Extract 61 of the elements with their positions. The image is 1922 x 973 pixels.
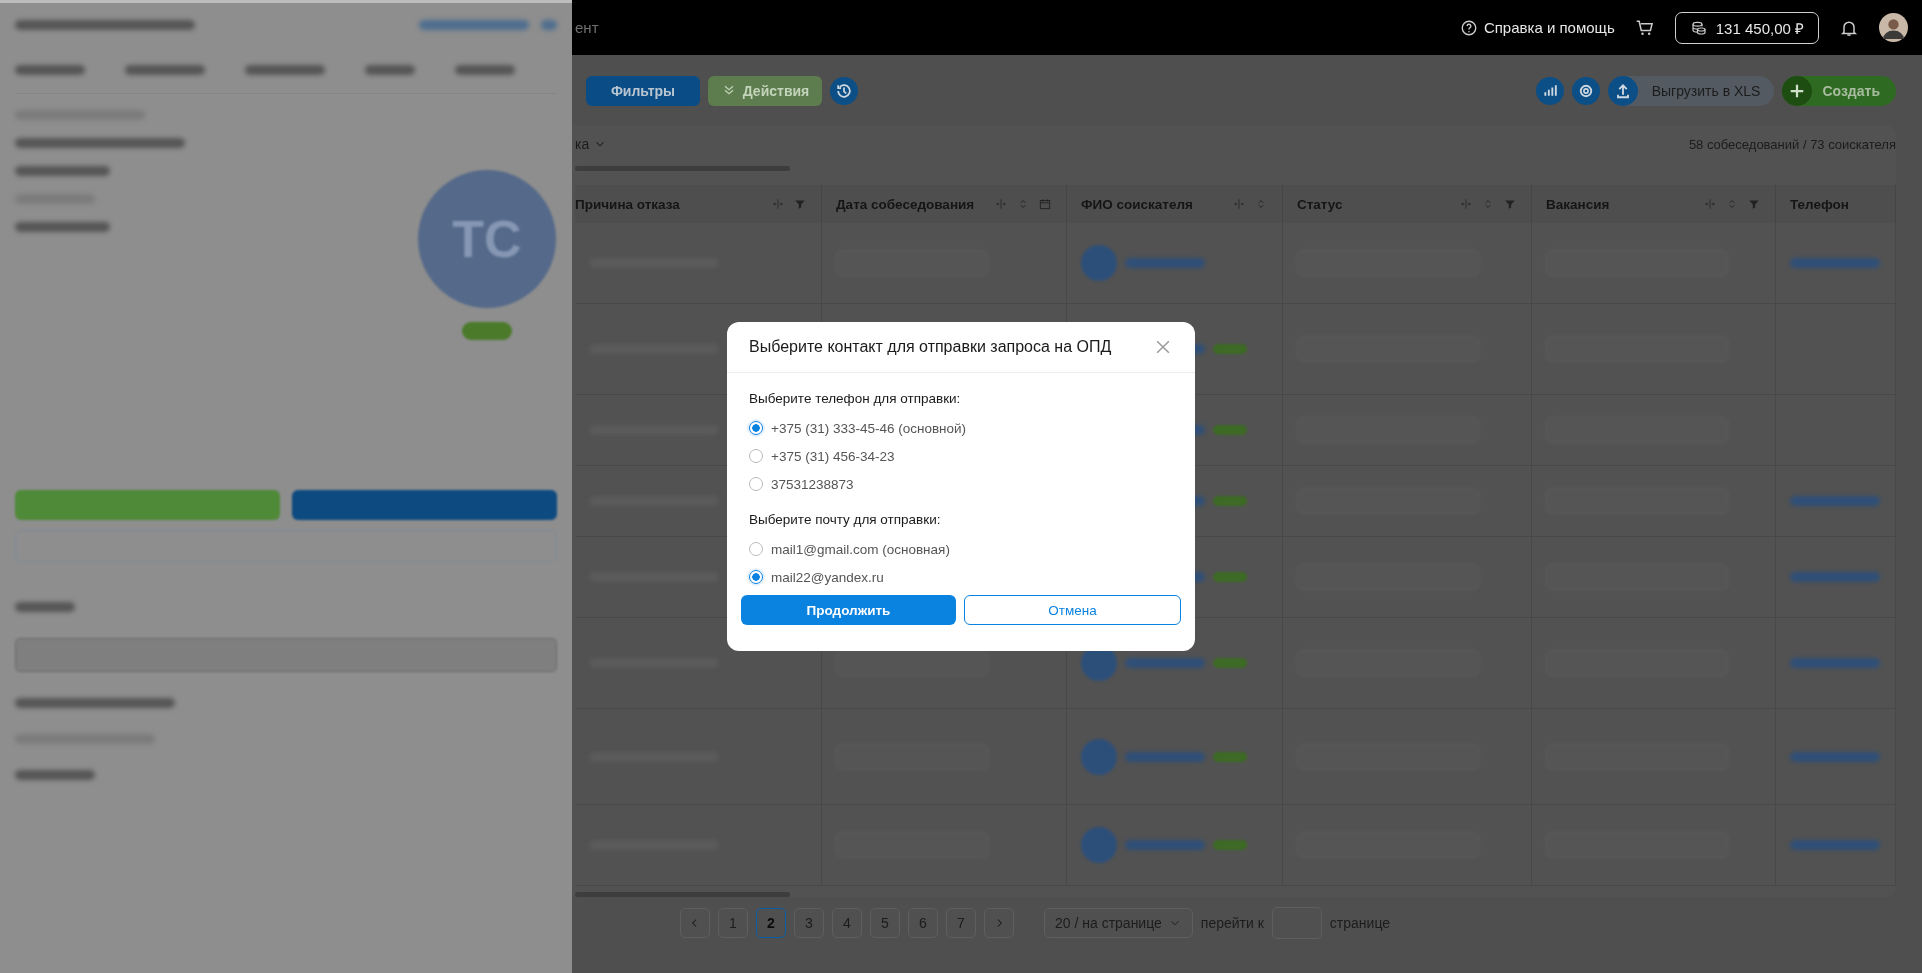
create-button[interactable]: Создать <box>1782 76 1896 106</box>
resize-icon[interactable] <box>994 197 1008 211</box>
history-icon[interactable] <box>830 77 858 105</box>
dialog-title: Выберите контакт для отправки запроса на ОПД <box>749 338 1112 356</box>
blurred-badge <box>462 322 512 340</box>
page-button[interactable]: 2 <box>756 908 786 938</box>
blurred-text <box>15 602 75 612</box>
plus-icon <box>1782 76 1813 106</box>
blurred-badge <box>1213 751 1247 762</box>
radio-button[interactable] <box>749 570 763 584</box>
resize-icon[interactable] <box>1232 197 1246 211</box>
blurred-button[interactable] <box>15 490 280 520</box>
next-page-button[interactable] <box>984 908 1014 938</box>
blurred-badge <box>1213 425 1247 435</box>
blurred-button[interactable] <box>292 490 557 520</box>
radio-option[interactable]: 37531238873 <box>749 470 1173 498</box>
column-header[interactable]: Телефон <box>1776 185 1896 223</box>
resize-icon[interactable] <box>771 197 785 211</box>
balance-button[interactable]: 131 450,00 ₽ <box>1674 11 1819 44</box>
blurred-badge <box>1213 344 1247 354</box>
previous-page-button[interactable] <box>680 908 710 938</box>
radio-option[interactable]: mail1@gmail.com (основная) <box>749 535 1173 563</box>
radio-button[interactable] <box>749 477 763 491</box>
settings-icon[interactable] <box>1571 77 1600 105</box>
column-header[interactable]: Статус <box>1283 185 1532 223</box>
radio-button[interactable] <box>749 449 763 463</box>
blurred-badge <box>1213 496 1247 506</box>
blurred-badge <box>1213 572 1247 582</box>
blurred-avatar <box>1081 827 1117 863</box>
column-header[interactable]: Вакансия <box>1532 185 1776 223</box>
blurred-tab[interactable] <box>15 65 85 75</box>
upload-icon <box>1607 76 1638 106</box>
help-icon <box>1459 18 1478 37</box>
section-label: Выберите почту для отправки: <box>749 512 942 527</box>
chart-icon[interactable] <box>1535 77 1564 105</box>
blurred-tab[interactable] <box>245 65 325 75</box>
blurred-tab[interactable] <box>125 65 205 75</box>
column-header[interactable]: ФИО соискателя <box>1067 185 1283 223</box>
blurred-avatar <box>1081 245 1117 281</box>
radio-button[interactable] <box>749 542 763 556</box>
export-button[interactable]: Выгрузить в XLS <box>1607 76 1775 106</box>
help-link[interactable]: Справка и помощь <box>1459 18 1615 37</box>
column-header[interactable]: Причина отказа <box>575 185 822 223</box>
calendar-icon[interactable] <box>1038 197 1052 211</box>
resize-icon[interactable] <box>1459 197 1473 211</box>
blurred-badge <box>1213 840 1247 850</box>
radio-button[interactable] <box>749 421 763 435</box>
cancel-button[interactable]: Отмена <box>964 595 1181 625</box>
blurred-icon <box>541 20 557 30</box>
user-avatar[interactable] <box>1879 13 1908 42</box>
resize-icon[interactable] <box>1703 197 1717 211</box>
column-header[interactable]: Дата собеседования <box>822 185 1067 223</box>
radio-option[interactable]: +375 (31) 456-34-23 <box>749 442 1173 470</box>
blurred-avatar <box>1081 738 1117 775</box>
menu-link[interactable]: ент <box>575 19 599 36</box>
continue-button[interactable]: Продолжить <box>741 595 956 625</box>
filters-button[interactable]: Фильтры <box>586 76 700 106</box>
blurred-badge <box>1213 658 1247 668</box>
blurred-tab[interactable] <box>455 65 515 75</box>
section-label: Выберите телефон для отправки: <box>749 391 962 406</box>
blurred-tab[interactable] <box>365 65 415 75</box>
